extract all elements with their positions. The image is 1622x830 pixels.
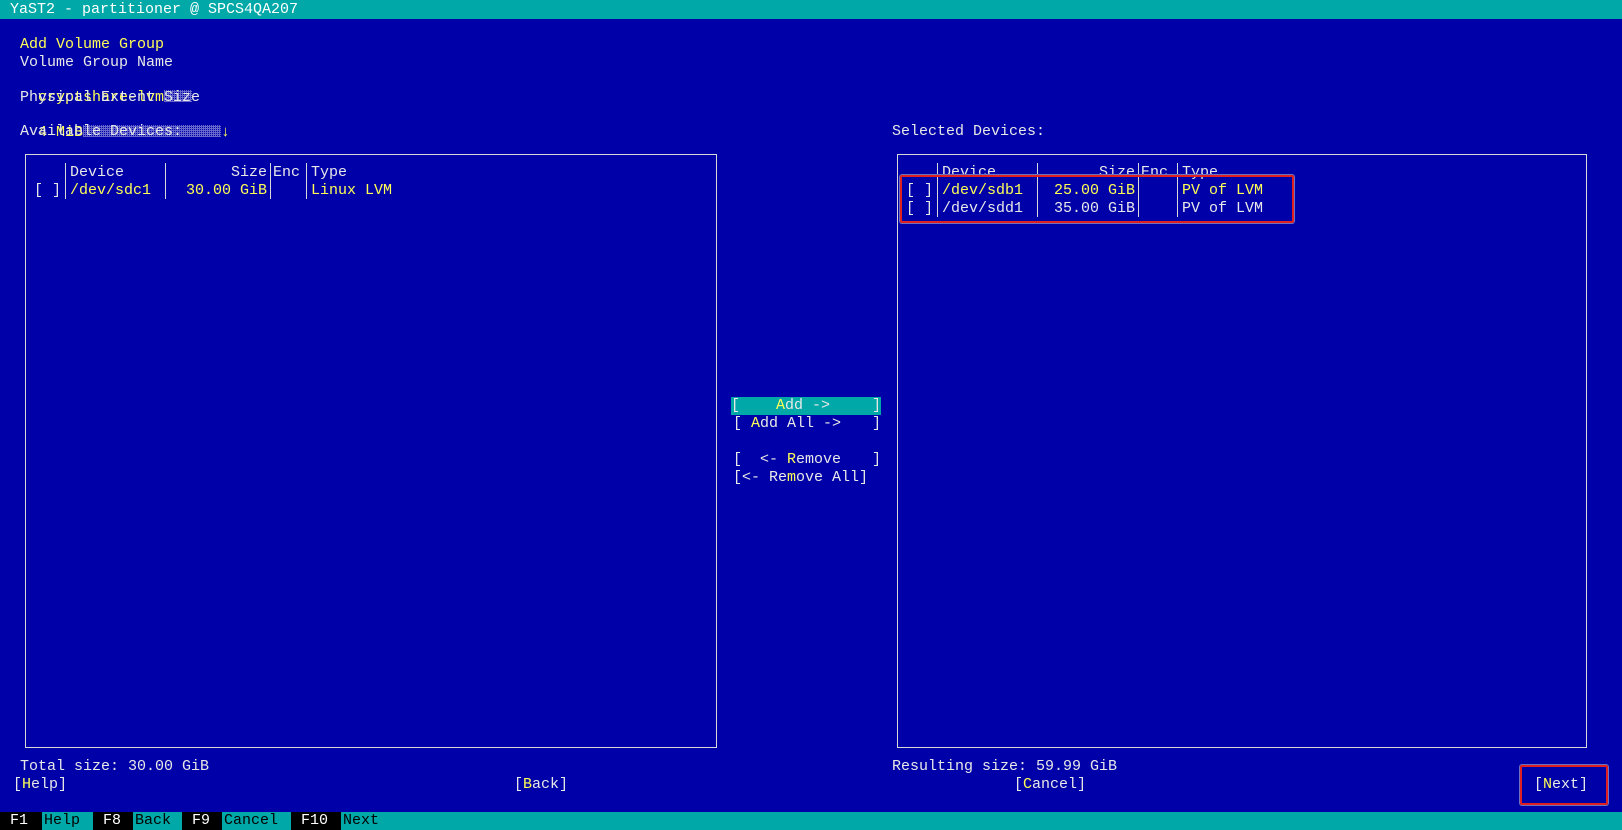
column-divider	[306, 163, 307, 199]
column-divider	[165, 163, 166, 199]
selected-devices-table[interactable]: Device Size Enc Type [ ] /dev/sdb1 25.00…	[897, 154, 1587, 748]
back-button[interactable]: [Back]	[514, 776, 568, 794]
annotation-highlight-next	[1520, 765, 1608, 805]
window-title-bar: YaST2 - partitioner @ SPCS4QA207	[0, 0, 1622, 19]
col-header-enc[interactable]: Enc	[273, 164, 300, 182]
f1-help-key[interactable]: F1 Help	[0, 812, 80, 830]
col-header-device[interactable]: Device	[70, 164, 124, 182]
f10-next-key[interactable]: F10 Next	[291, 812, 379, 830]
add-button[interactable]: [ Add ->	[731, 397, 830, 415]
available-devices-label: Available Devices:	[20, 123, 183, 140]
f9-cancel-key[interactable]: F9 Cancel	[182, 812, 278, 830]
selected-devices-label: Selected Devices:	[892, 123, 1046, 140]
window-title: YaST2 - partitioner @ SPCS4QA207	[10, 1, 299, 18]
add-all-button[interactable]: [ Add All ->	[733, 415, 841, 433]
f8-back-key[interactable]: F8 Back	[93, 812, 171, 830]
function-key-bar: F1 Help F8 Back F9 Cancel F10 Next	[0, 812, 1622, 830]
add-button-close[interactable]: ]	[872, 397, 881, 415]
combo-arrow-icon[interactable]: ↓	[221, 124, 230, 141]
col-header-type[interactable]: Type	[311, 164, 347, 182]
resulting-size: Resulting size: 59.99 GiB	[892, 758, 1118, 775]
available-devices-table[interactable]: Device Size Enc Type [ ] /dev/sdc1 30.00…	[25, 154, 717, 748]
vg-name-label: Volume Group Name	[20, 54, 174, 71]
column-divider	[270, 163, 271, 199]
annotation-highlight-rows	[900, 175, 1294, 223]
cancel-button[interactable]: [Cancel]	[1014, 776, 1086, 794]
help-button[interactable]: [Help]	[13, 776, 67, 794]
row-type: Linux LVM	[311, 182, 393, 199]
remove-all-button[interactable]: [<- Remove All]	[733, 469, 868, 487]
pe-size-label: Physical Extent Size	[20, 89, 201, 106]
remove-button-close[interactable]: ]	[872, 451, 881, 469]
available-total-size: Total size: 30.00 GiB	[20, 758, 210, 775]
row-size: 30.00 GiB	[185, 182, 267, 199]
col-header-size[interactable]: Size	[170, 164, 267, 182]
remove-button[interactable]: [ <- Remove	[733, 451, 841, 469]
row-checkbox[interactable]: [ ]	[34, 182, 61, 200]
add-all-button-close[interactable]: ]	[872, 415, 881, 433]
column-divider	[65, 163, 66, 199]
dialog-heading: Add Volume Group	[20, 36, 165, 53]
row-device: /dev/sdc1	[70, 182, 152, 199]
